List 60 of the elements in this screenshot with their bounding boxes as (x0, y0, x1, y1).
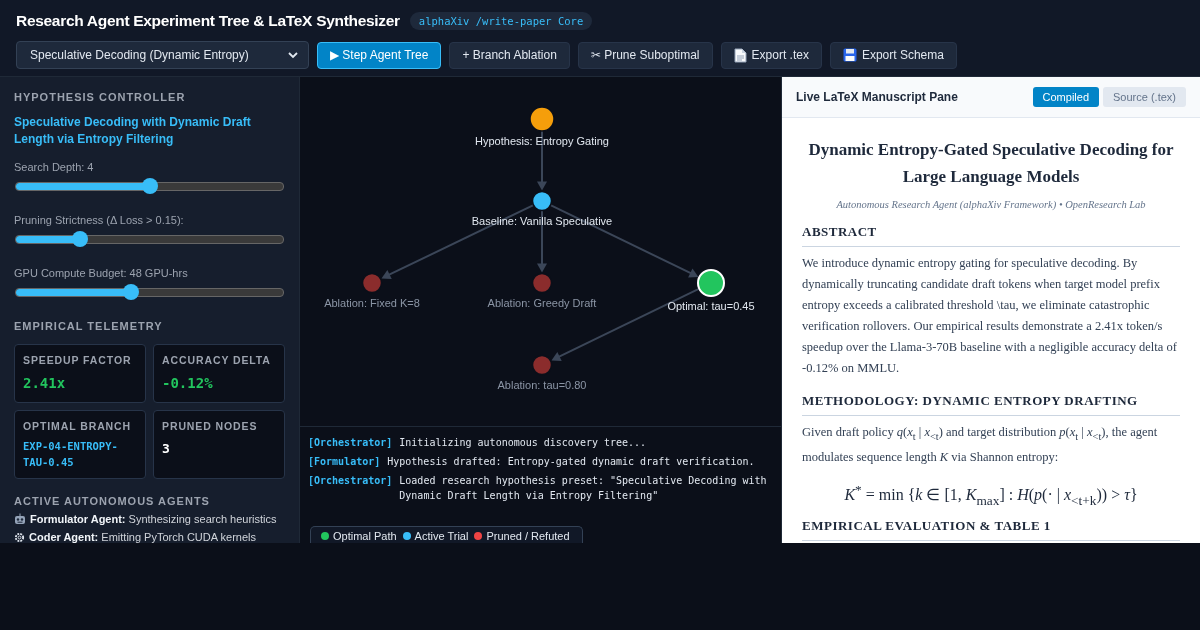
log-message: Initializing autonomous discovery tree... (399, 436, 647, 450)
legend-label: Active Trial (414, 530, 469, 542)
node-label: Ablation: Fixed K=8 (324, 296, 420, 309)
view-tab[interactable]: Compiled (1032, 87, 1100, 107)
section-heading: ABSTRACT (802, 224, 1180, 247)
toolbar-button[interactable]: ▶ Step Agent Tree (317, 41, 442, 69)
log-agent: [Orchestrator] (308, 474, 393, 488)
log-message: Loaded research hypothesis preset: "Speculative Decoding with Dynamic Draft Length via Entropy Filtering" (399, 474, 768, 503)
metric-label: SPEEDUP FACTOR (23, 354, 133, 366)
gear-icon (14, 531, 25, 543)
chevron-icon (288, 51, 298, 59)
section-heading: HYPOTHESIS CONTROLLER (14, 91, 187, 103)
metric-label: PRUNED NODES (162, 420, 259, 432)
slider-label: GPU Compute Budget: 48 GPU-hrs (14, 267, 189, 279)
app-title: Research Agent Experiment Tree & LaTeX Synthesizer (16, 12, 400, 30)
node-label: Hypothesis: Entropy Gating (475, 135, 609, 147)
section-heading: METHODOLOGY: DYNAMIC ENTROPY DRAFTING (802, 393, 1180, 416)
toolbar-button[interactable]: ✂ Prune Suboptimal (577, 41, 713, 69)
paragraph: Given draft policy q(x$_{t}$ | x$_{<t}$) and target distribution p(x$_{t}$ | x$_{<t}$), the agent modulates sequence length K via Shannon entropy: (802, 424, 1159, 466)
metric-label: OPTIMAL BRANCH (23, 420, 133, 432)
metric-label: ACCURACY DELTA (162, 354, 272, 366)
slider-label: Pruning Strictness (Δ Loss > 0.15): (14, 214, 185, 226)
view-tab[interactable]: Source (.tex) (1103, 87, 1186, 107)
toolbar-button[interactable]: Export Schema (829, 41, 957, 69)
hypothesis-title: Speculative Decoding with Dynamic Draft Length via Entropy Filtering (14, 114, 252, 148)
log-agent: [Formulator] (308, 455, 381, 469)
metric-value: 2.41x (23, 375, 67, 391)
paper-authors: Autonomous Research Agent (alphaXiv Framework) • OpenResearch Lab (835, 199, 1147, 210)
paragraph: We introduce dynamic entropy gating for speculative decoding. By dynamically truncating candidate draft tokens when target model prefix entropy exceeds a calibrated threshold \tau, we eliminate catastrophic verification rollovers. Our empirical results demonstrate a 2.41x token/s speedup over the Llama-3-70B baseline with a negligible accuracy delta of -0.12% on MMLU. (802, 255, 1178, 377)
log-agent: [Orchestrator] (308, 436, 393, 450)
metric-value: 3 (162, 441, 171, 456)
agent-status: Coder Agent: Emitting PyTorch CUDA kernels (29, 531, 256, 543)
node-label: Ablation: Greedy Draft (487, 296, 597, 309)
legend-label: Pruned / Refuted (486, 530, 570, 542)
tree-node[interactable] (531, 354, 553, 376)
equation: K$^{*}$ = min {k ∈ [1, K$_{max}$] : H(p(· | x$_{<t+k}$)) > τ} (843, 481, 1139, 508)
agent-status: Formulator Agent: Synthesizing search heuristics (30, 513, 277, 525)
section-heading: ACTIVE AUTONOMOUS AGENTS (14, 495, 211, 507)
node-label: Optimal: tau=0.45 (667, 300, 755, 312)
section-heading: EMPIRICAL TELEMETRY (14, 320, 164, 332)
section-heading: EMPIRICAL EVALUATION & TABLE 1 (802, 518, 1180, 541)
legend-label: Optimal Path (333, 530, 397, 542)
toolbar-button[interactable]: Export .tex (720, 41, 822, 69)
paper-title: Dynamic Entropy-Gated Speculative Decoding for Large Language Models (807, 139, 1175, 188)
log-message: Hypothesis drafted: Entropy-gated dynamic draft verification. (387, 455, 755, 469)
robot-icon (14, 513, 26, 525)
node-label: Baseline: Vanilla Speculative (471, 214, 613, 227)
tree-node[interactable] (361, 272, 383, 294)
slider-label: Search Depth: 4 (14, 161, 95, 173)
preset-dropdown[interactable]: Speculative Decoding (Dynamic Entropy) (16, 41, 309, 69)
metric-value: EXP-04-ENTROPY-TAU-0.45 (23, 439, 119, 470)
tree-node[interactable] (531, 272, 553, 294)
tree-node[interactable] (531, 190, 553, 212)
document-icon (733, 47, 747, 63)
node-label: Ablation: tau=0.80 (497, 378, 587, 391)
pane-title: Live LaTeX Manuscript Pane (796, 90, 958, 104)
toolbar-button[interactable]: + Branch Ablation (449, 41, 570, 69)
metric-value: -0.12% (162, 375, 214, 391)
tree-node[interactable] (529, 106, 555, 132)
core-badge: alphaXiv /write-paper Core (409, 12, 593, 30)
